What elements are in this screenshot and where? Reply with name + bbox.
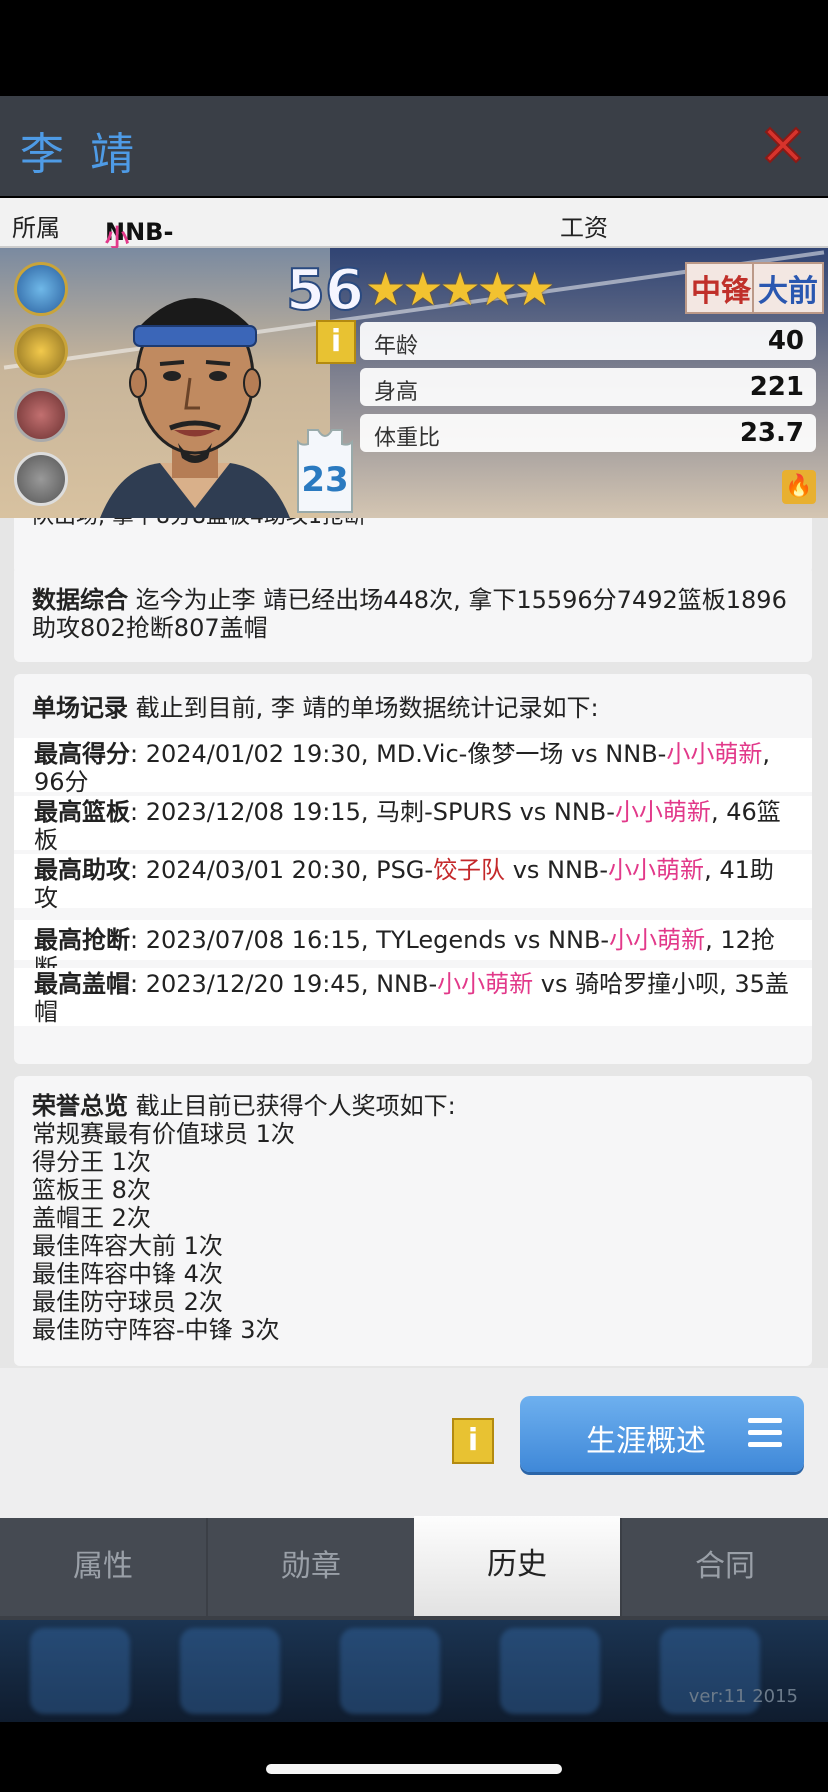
honor-item: 盖帽王 2次 bbox=[32, 1204, 151, 1232]
fire-icon[interactable]: 🔥 bbox=[782, 470, 816, 504]
record-team: 小小萌新 bbox=[608, 856, 705, 884]
record-team: 小小萌新 bbox=[614, 798, 711, 826]
nav-star-icon bbox=[30, 1628, 130, 1714]
record-opponent: 饺子队 bbox=[433, 856, 506, 884]
honor-item: 最佳防守球员 2次 bbox=[32, 1288, 223, 1316]
record-team: 小小萌新 bbox=[666, 740, 763, 768]
home-indicator[interactable] bbox=[266, 1764, 562, 1774]
stat-label: 身高 bbox=[374, 380, 419, 405]
honors-title: 荣誉总览 bbox=[32, 1092, 128, 1120]
position-badge-center: 中锋 bbox=[685, 262, 757, 314]
position-badge-power-forward: 大前 bbox=[752, 262, 824, 314]
record-detail: : 2024/03/01 20:30, PSG- bbox=[130, 856, 434, 884]
summary-text: 数据综合 迄今为止李 靖已经出场448次, 拿下15596分7492篮板1896… bbox=[32, 586, 792, 642]
career-overview-label: 生涯概述 bbox=[586, 1424, 706, 1459]
jersey-number: 23 bbox=[301, 460, 349, 500]
honors-intro: 截止目前已获得个人奖项如下: bbox=[135, 1092, 456, 1120]
close-x-icon bbox=[764, 126, 802, 164]
stat-row-height: 身高 221 bbox=[360, 368, 816, 406]
record-detail: : 2023/12/08 19:15, 马刺-SPURS vs NNB- bbox=[130, 798, 615, 826]
summary-panel: 数据综合 迄今为止李 靖已经出场448次, 拿下15596分7492篮板1896… bbox=[14, 566, 812, 662]
honor-item: 篮板王 8次 bbox=[32, 1176, 151, 1204]
version-label: ver:11 2015 bbox=[688, 1686, 798, 1707]
honor-item: 得分王 1次 bbox=[32, 1148, 151, 1176]
record-detail: : 2023/12/20 19:45, NNB- bbox=[130, 970, 438, 998]
stat-value: 23.7 bbox=[739, 418, 804, 448]
skill-badge-1[interactable] bbox=[14, 262, 68, 316]
player-name: 李 靖 bbox=[20, 129, 140, 180]
action-bar: i 生涯概述 bbox=[0, 1368, 828, 1518]
record-vs: vs NNB- bbox=[505, 856, 609, 884]
record-label: 最高抢断 bbox=[34, 926, 130, 954]
team-salary-row: 所属 NNB-小小萌新 工资 bbox=[0, 198, 828, 357]
tab-medals[interactable]: 勋章 bbox=[208, 1518, 414, 1616]
background-nav: ver:11 2015 bbox=[0, 1620, 828, 1722]
overall-rating: 56 bbox=[285, 257, 365, 324]
recent-game-text: 队出场, 拿下8分8篮板4助攻1抢断 bbox=[32, 518, 366, 530]
records-intro: 截止到目前, 李 靖的单场数据统计记录如下: bbox=[135, 694, 599, 722]
tab-attributes[interactable]: 属性 bbox=[0, 1518, 206, 1616]
record-detail: : 2023/07/08 16:15, TYLegends vs NNB- bbox=[130, 926, 610, 954]
close-button[interactable] bbox=[758, 120, 808, 170]
record-row-assists: 最高助攻: 2024/03/01 20:30, PSG-饺子队 vs NNB-小… bbox=[14, 854, 812, 912]
honor-item: 最佳阵容大前 1次 bbox=[32, 1232, 223, 1260]
honor-item: 最佳阵容中锋 4次 bbox=[32, 1260, 223, 1288]
info-icon[interactable]: i bbox=[452, 1418, 494, 1464]
tab-contract[interactable]: 合同 bbox=[622, 1518, 828, 1616]
stat-label: 年龄 bbox=[374, 334, 419, 359]
stat-label: 体重比 bbox=[374, 426, 441, 451]
summary-body: 迄今为止李 靖已经出场448次, 拿下15596分7492篮板1896助攻802… bbox=[32, 586, 787, 642]
info-icon[interactable]: i bbox=[316, 320, 356, 364]
records-title: 单场记录 bbox=[32, 694, 128, 722]
record-text: 最高盖帽: 2023/12/20 19:45, NNB-小小萌新 vs 骑哈罗撞… bbox=[34, 970, 792, 1026]
career-overview-button[interactable]: 生涯概述 bbox=[520, 1396, 804, 1472]
tab-history[interactable]: 历史 bbox=[414, 1516, 620, 1616]
hamburger-menu-icon bbox=[748, 1418, 782, 1448]
tab-bar: 属性 勋章 历史 合同 bbox=[0, 1516, 828, 1620]
lock-badge-icon[interactable] bbox=[14, 452, 68, 506]
record-text: 最高得分: 2024/01/02 19:30, MD.Vic-像梦一场 vs N… bbox=[34, 740, 792, 796]
record-label: 最高篮板 bbox=[34, 798, 130, 826]
record-row-blocks: 最高盖帽: 2023/12/20 19:45, NNB-小小萌新 vs 骑哈罗撞… bbox=[14, 968, 812, 1026]
history-content[interactable]: 队出场, 拿下8分8篮板4助攻1抢断 数据综合 迄今为止李 靖已经出场448次,… bbox=[0, 518, 828, 1368]
record-text: 最高助攻: 2024/03/01 20:30, PSG-饺子队 vs NNB-小… bbox=[34, 856, 792, 912]
honors-header: 荣誉总览 截止目前已获得个人奖项如下: bbox=[32, 1092, 456, 1120]
record-label: 最高盖帽 bbox=[34, 970, 130, 998]
honor-item: 常规赛最有价值球员 1次 bbox=[32, 1120, 295, 1148]
skill-badge-2[interactable] bbox=[14, 324, 68, 378]
star-rating: ★★★★★ bbox=[365, 262, 555, 316]
stat-value: 40 bbox=[767, 326, 804, 356]
record-row-points: 最高得分: 2024/01/02 19:30, MD.Vic-像梦一场 vs N… bbox=[14, 738, 812, 796]
record-row-rebounds: 最高篮板: 2023/12/08 19:15, 马刺-SPURS vs NNB-… bbox=[14, 796, 812, 854]
honors-panel: 荣誉总览 截止目前已获得个人奖项如下: 常规赛最有价值球员 1次 得分王 1次 … bbox=[14, 1076, 812, 1366]
record-team: 小小萌新 bbox=[609, 926, 706, 954]
skill-badge-3[interactable] bbox=[14, 388, 68, 442]
honor-item: 最佳防守阵容-中锋 3次 bbox=[32, 1316, 280, 1344]
team-label: 所属 bbox=[12, 214, 60, 242]
stat-row-age: 年龄 40 bbox=[360, 322, 816, 360]
nav-players-icon bbox=[340, 1628, 440, 1714]
player-avatar bbox=[100, 298, 290, 518]
stat-value: 221 bbox=[749, 372, 804, 402]
record-label: 最高助攻 bbox=[34, 856, 130, 884]
nav-yen-icon bbox=[180, 1628, 280, 1714]
player-card: 23 56 ★★★★★ 中锋 大前 i 年龄 40 身高 221 体重比 23.… bbox=[0, 248, 828, 518]
salary-label: 工资 bbox=[560, 214, 608, 242]
record-row-steals: 最高抢断: 2023/07/08 16:15, TYLegends vs NNB… bbox=[14, 920, 812, 982]
title-bar: 李 靖 bbox=[0, 96, 828, 196]
nav-ball-icon bbox=[500, 1628, 600, 1714]
record-label: 最高得分 bbox=[34, 740, 130, 768]
record-detail: : 2024/01/02 19:30, MD.Vic-像梦一场 vs NNB- bbox=[130, 740, 667, 768]
records-header: 单场记录 截止到目前, 李 靖的单场数据统计记录如下: bbox=[32, 694, 599, 722]
stat-row-weight-ratio: 体重比 23.7 bbox=[360, 414, 816, 452]
record-text: 最高篮板: 2023/12/08 19:15, 马刺-SPURS vs NNB-… bbox=[34, 798, 792, 854]
record-team: 小小萌新 bbox=[437, 970, 534, 998]
summary-title: 数据综合 bbox=[32, 586, 128, 614]
records-panel: 单场记录 截止到目前, 李 靖的单场数据统计记录如下: 最高得分: 2024/0… bbox=[14, 674, 812, 1064]
